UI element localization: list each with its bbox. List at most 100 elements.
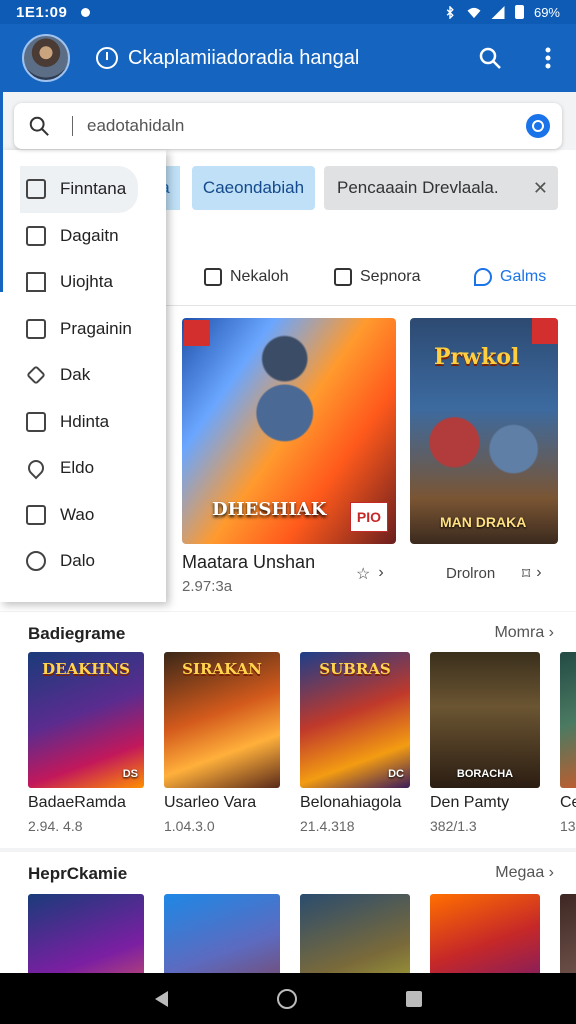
game-name: Den Pamty (430, 794, 510, 811)
document-icon (26, 225, 46, 246)
art-title: Prwkol (434, 344, 520, 370)
game-name: Belonahiagola (300, 794, 402, 811)
wifi-icon (467, 7, 481, 18)
art-label: BORACHA (456, 768, 514, 780)
tools-icon (26, 365, 46, 386)
chip-primary[interactable]: Caeondabiah (192, 166, 315, 210)
tab-label: Nekaloh (230, 268, 289, 285)
game-art: DEAKHNS DS (28, 652, 144, 788)
game-rating: 13.3 (560, 818, 576, 834)
status-bar: 1E1:09 69% (0, 0, 576, 24)
battery-percent: 69% (533, 4, 560, 20)
search-input[interactable] (87, 116, 526, 136)
close-icon[interactable]: ✕ (533, 178, 548, 199)
search-button[interactable] (476, 44, 504, 72)
game-card[interactable]: DEAKHNS DS BadaeRamda 2.94. 4.8 (28, 652, 144, 834)
status-icons: 69% (443, 5, 560, 20)
avatar[interactable] (22, 34, 70, 82)
status-time: 1E1:09 (16, 3, 68, 21)
art-title: SUBRAS (319, 660, 391, 678)
section-heprckamie: HeprCkamie Megaa › (0, 852, 576, 1024)
tab-galms[interactable]: Galms (474, 268, 546, 286)
section-title: HeprCkamie (28, 864, 128, 883)
back-icon[interactable] (154, 990, 168, 1007)
drawer-item-dagaitn[interactable]: Dagaitn (0, 213, 166, 260)
home-icon (26, 272, 46, 293)
game-rating: 2.94. 4.8 (28, 818, 83, 834)
signal-icon (491, 5, 505, 19)
drawer-item-label: Dak (60, 365, 91, 385)
bubble-icon (474, 268, 492, 286)
game-name: BadaeRamda (28, 794, 126, 811)
drawer-item-hdinta[interactable]: Hdinta (0, 399, 166, 446)
drawer-item-pragainin[interactable]: Pragainin (0, 306, 166, 353)
lens-button[interactable] (526, 114, 550, 138)
chevron-right-icon[interactable]: › (378, 564, 383, 584)
more-link[interactable]: Megaa › (495, 864, 554, 884)
edge-accent (0, 92, 3, 292)
system-nav-bar (0, 973, 576, 1024)
featured-title[interactable]: Maatara Unshan (182, 552, 315, 573)
art-label: DC (388, 768, 404, 780)
message-icon (334, 268, 352, 286)
game-card[interactable]: BORACHA Den Pamty 382/1.3 (430, 652, 540, 834)
more-link[interactable]: Momra › (494, 624, 554, 644)
drawer-item-uiojhta[interactable]: Uiojhta (0, 259, 166, 306)
game-rating: 1.04.3.0 (164, 818, 215, 834)
search-icon (479, 47, 501, 69)
star-icon[interactable]: ☆ (356, 564, 370, 584)
game-art (560, 652, 576, 788)
chip-secondary[interactable]: Pencaaain Drevlaala. ✕ (324, 166, 558, 210)
drawer-item-label: Hdinta (60, 411, 110, 431)
tab-label: Galms (500, 268, 547, 285)
section-badiegrame: Badiegrame Momra › DEAKHNS DS BadaeRamda… (0, 612, 576, 848)
section-header: HeprCkamie Megaa › (28, 864, 554, 884)
refresh-icon (26, 551, 46, 572)
image-icon (26, 411, 46, 432)
navigation-drawer: Finntana Dagaitn Uiojhta Pragainin Dak H… (0, 150, 166, 602)
drawer-item-finntana[interactable]: Finntana (20, 166, 138, 213)
game-name: Usarleo Vara (164, 794, 257, 811)
game-card[interactable]: Ced 13.3 (560, 652, 576, 834)
info-icon (96, 47, 118, 69)
game-rating: 21.4.318 (300, 818, 355, 834)
drawer-item-label: Eldo (60, 458, 95, 478)
heart-icon (24, 456, 48, 480)
chevron-right-icon[interactable]: › (536, 564, 541, 584)
search-bar (14, 103, 562, 149)
game-rating: 382/1.3 (430, 818, 477, 834)
featured-side-title[interactable]: Drolron (446, 565, 495, 582)
publisher-logo (184, 320, 210, 346)
more-options-button[interactable] (534, 44, 562, 72)
drawer-item-label: Finntana (60, 179, 127, 199)
art-title: DEAKHNS (42, 660, 130, 678)
featured-game-art[interactable]: DHESHIAK PIO (182, 318, 396, 544)
tab-label: Sepnora (360, 268, 421, 285)
grid-icon (26, 179, 46, 200)
drawer-item-dak[interactable]: Dak (0, 352, 166, 399)
art-label: DS (122, 768, 138, 780)
recents-icon[interactable] (405, 990, 422, 1007)
drawer-item-dalo[interactable]: Dalo (0, 538, 166, 585)
drawer-item-label: Wao (60, 504, 95, 524)
home-icon[interactable] (276, 988, 297, 1009)
ribbon-icon (532, 318, 558, 344)
tab-sepnora[interactable]: Sepnora (334, 268, 421, 286)
drawer-item-wao[interactable]: Wao (0, 492, 166, 539)
search-icon (29, 116, 49, 136)
tab-nekaloh[interactable]: Nekaloh (204, 268, 289, 286)
drawer-item-eldo[interactable]: Eldo (0, 445, 166, 492)
game-card[interactable]: SIRAKAN Usarleo Vara 1.04.3.0 (164, 652, 280, 834)
section-title: Badiegrame (28, 624, 126, 643)
featured-side-art[interactable]: Prwkol MAN DRAKA (410, 318, 558, 544)
game-art: BORACHA (430, 652, 540, 788)
app-bar: Ckaplamiiadoradia hangal (0, 24, 576, 92)
text-cursor (72, 116, 73, 136)
drawer-item-label: Dalo (60, 551, 95, 571)
bookmark-icon[interactable]: ⌑ (522, 564, 530, 584)
game-card[interactable]: SUBRAS DC Belonahiagola 21.4.318 (300, 652, 410, 834)
chat-icon (204, 268, 222, 286)
battery-icon (514, 5, 524, 19)
apps-icon (26, 504, 46, 525)
notification-dot-icon (81, 7, 91, 17)
